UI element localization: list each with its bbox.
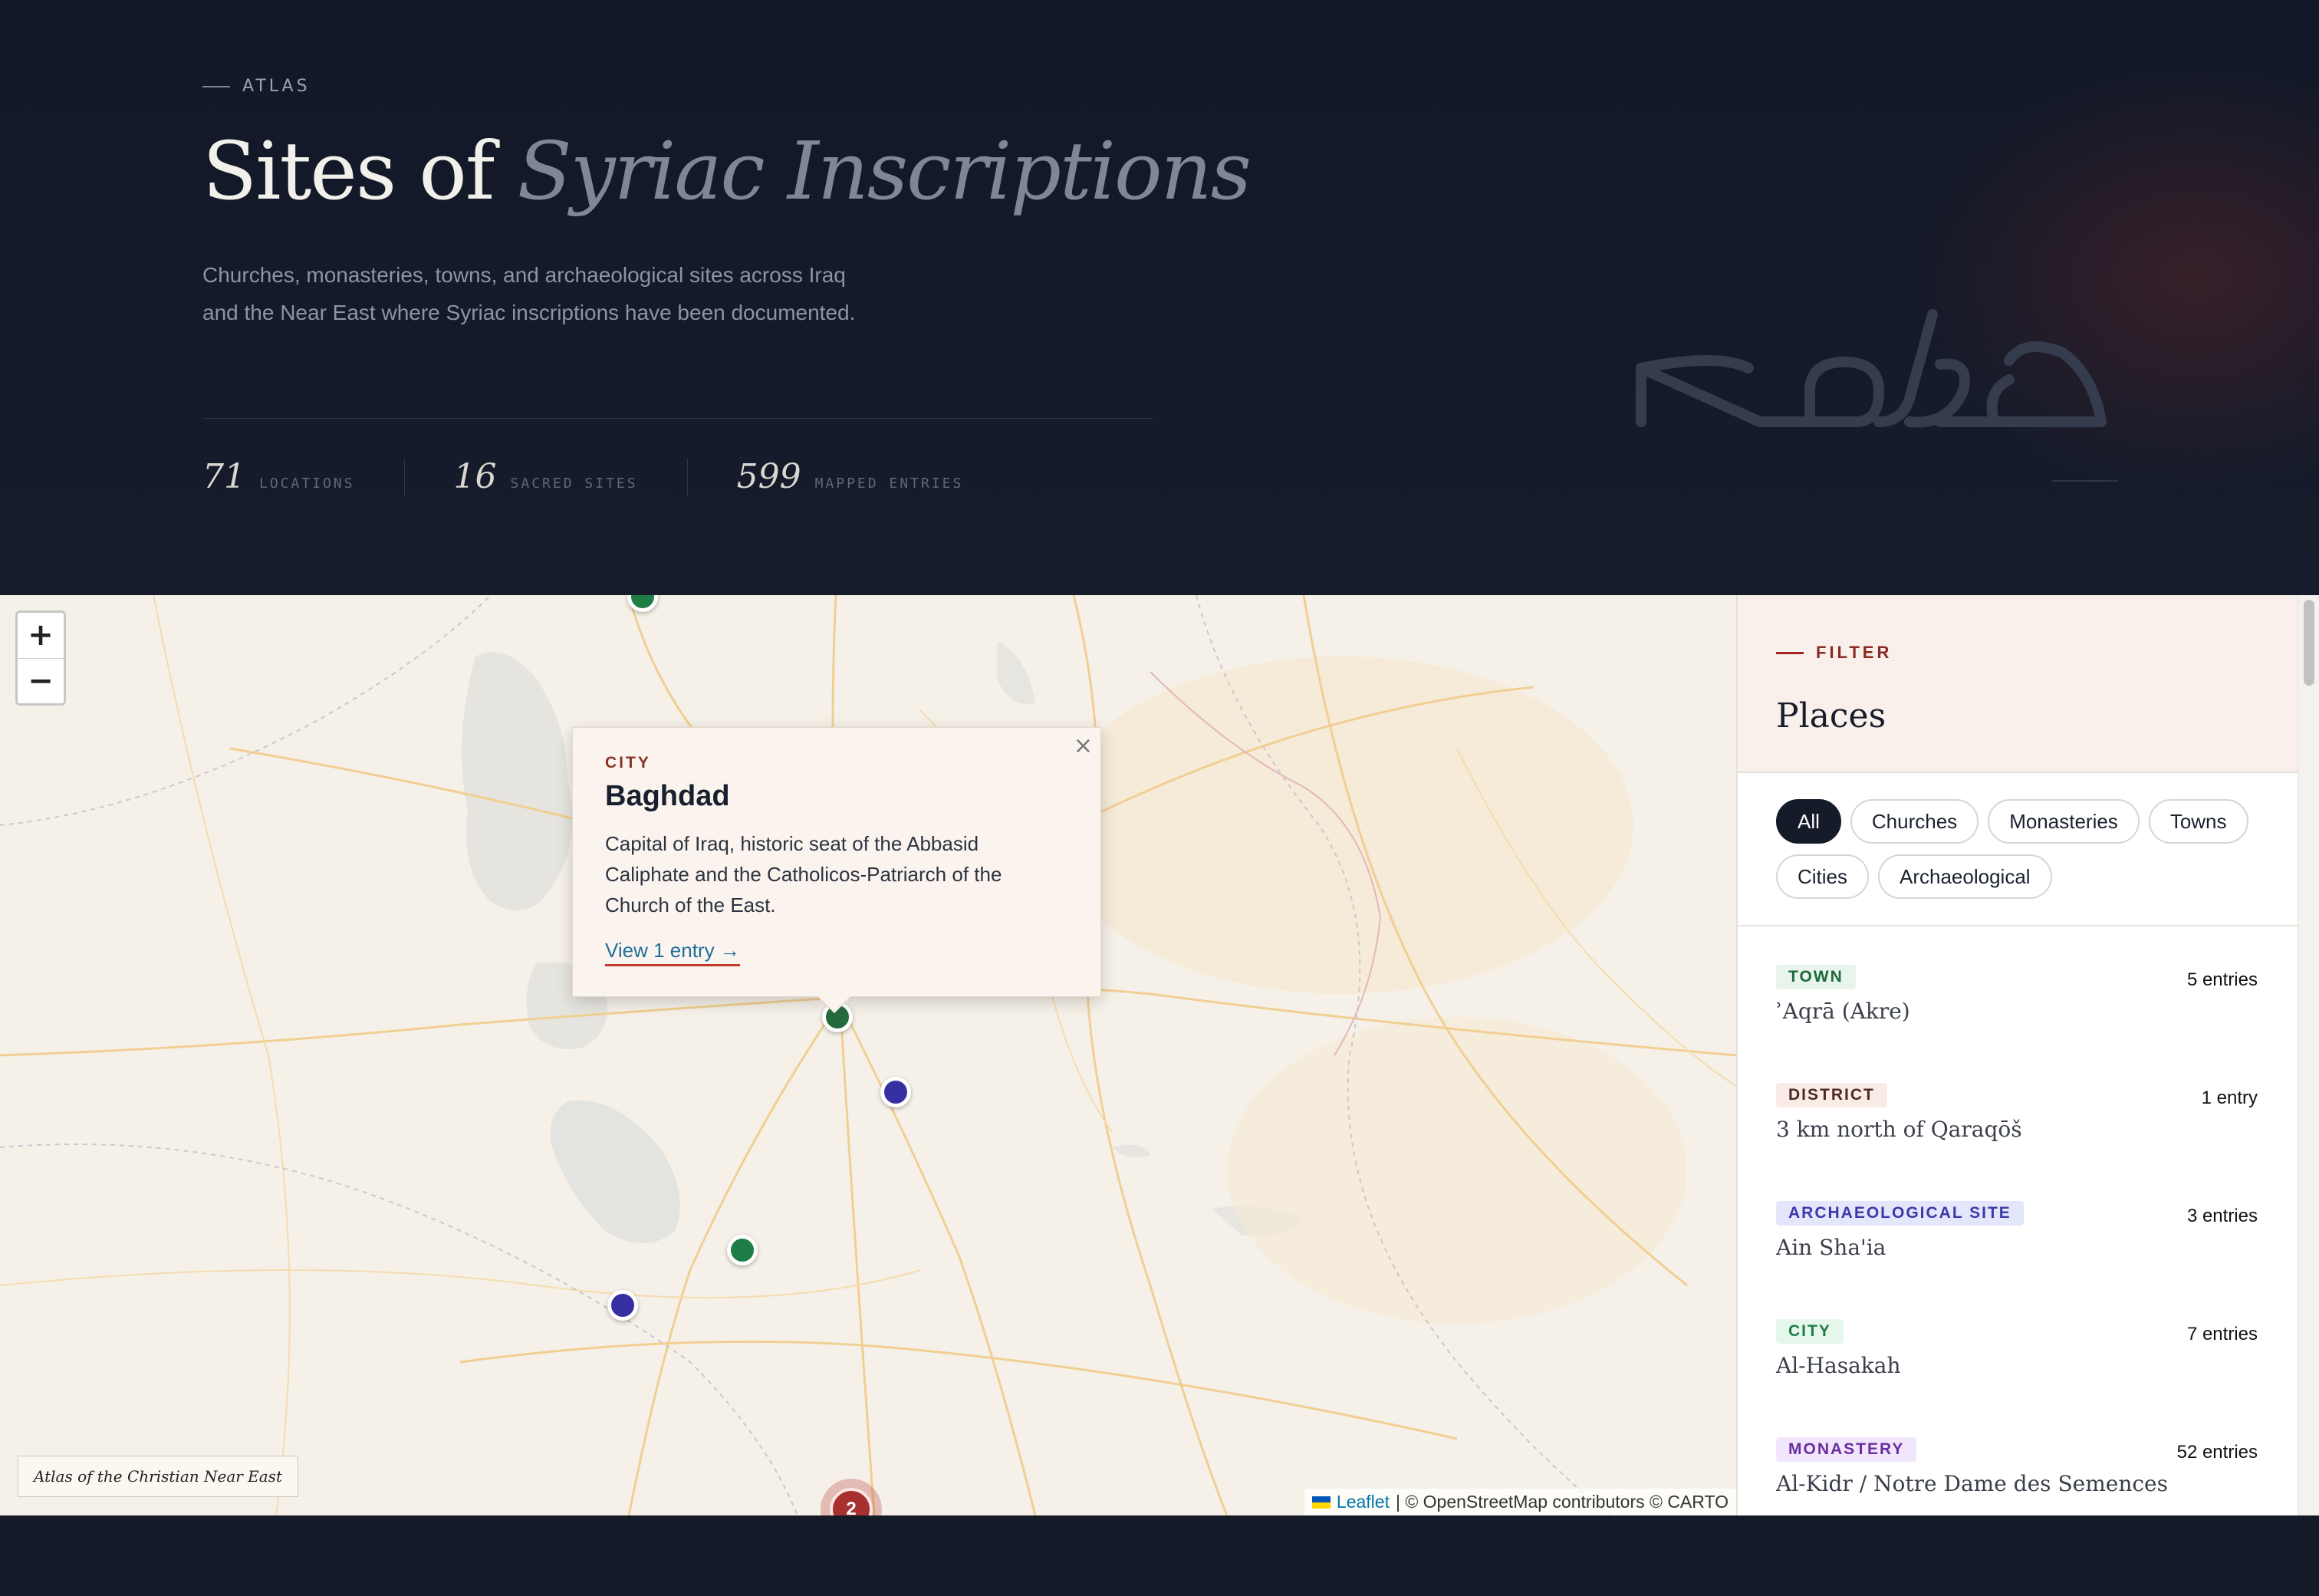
scrollbar-thumb[interactable] [2304,600,2314,686]
filter-chip-churches[interactable]: Churches [1850,799,1979,844]
stat-label: SACRED SITES [510,476,638,492]
list-item[interactable]: ARCHAEOLOGICAL SITE 3 entries Ain Sha'ia [1776,1163,2259,1281]
map-panel[interactable]: + − 2 × CITY Baghdad Capital of Iraq, hi… [0,595,1736,1515]
place-name: 3 km north of Qaraqōš [1776,1117,2022,1142]
stat-divider [403,458,405,495]
stat-mapped-entries: 599 MAPPED ENTRIES [737,457,964,496]
map-attribution: Leaflet | © OpenStreetMap contributors ©… [1304,1489,1736,1515]
hero-header: ATLAS Sites of Syriac Inscriptions Churc… [0,0,2319,595]
place-entry-count: 1 entry [2201,1088,2258,1108]
syriac-mark-rule [2052,480,2118,482]
filter-chip-all[interactable]: All [1776,799,1841,844]
hero-subtitle: Churches, monasteries, towns, and archae… [202,263,856,324]
sidebar-eyebrow-label: FILTER [1816,643,1893,662]
filter-chip-towns[interactable]: Towns [2148,799,2248,844]
eyebrow-dash [202,85,230,87]
attribution-text: | © OpenStreetMap contributors © CARTO [1395,1492,1729,1512]
list-item[interactable]: MONASTERY 52 entries Al-Kidr / Notre Dam… [1776,1399,2259,1515]
sidebar-header: FILTER Places [1738,595,2298,773]
eyebrow-label: ATLAS [242,77,311,96]
filter-chip-archaeological[interactable]: Archaeological [1878,854,2052,899]
hero-stats: 71 LOCATIONS 16 SACRED SITES 599 MAPPED … [202,457,963,496]
stat-sacred-sites: 16 SACRED SITES [454,457,638,496]
page-footer [0,1515,2319,1596]
place-entry-count: 7 entries [2186,1324,2258,1344]
sidebar-title: Places [1776,696,1886,735]
zoom-out-button[interactable]: − [18,659,64,703]
zoom-control: + − [15,610,66,706]
places-sidebar: FILTER Places All Churches Monasteries T… [1736,595,2298,1515]
ukraine-flag-icon [1311,1496,1331,1509]
places-list: TOWN 5 entries ʾAqrā (Akre) DISTRICT 1 e… [1738,926,2298,1515]
sidebar-eyebrow: FILTER [1776,643,2259,663]
popup-place-name: Baghdad [605,780,730,812]
stat-value: 71 [202,457,245,496]
place-name: ʾAqrā (Akre) [1776,999,1910,1024]
stat-value: 16 [453,457,497,496]
map-marker-city[interactable] [727,1235,758,1265]
title-plain: Sites of [202,124,495,218]
list-item[interactable]: CITY 7 entries Al-Hasakah [1776,1281,2259,1399]
place-name: Ain Sha'ia [1776,1235,1886,1260]
stat-label: LOCATIONS [259,476,355,492]
close-icon[interactable]: × [1074,732,1093,759]
cluster-count: 2 [830,1488,873,1515]
stat-locations: 71 LOCATIONS [202,457,355,496]
place-entry-count: 52 entries [2176,1442,2258,1463]
place-type-badge: DISTRICT [1776,1083,1887,1107]
popup-place-type: CITY [605,754,651,772]
hero-divider [202,418,1153,419]
leaflet-link[interactable]: Leaflet [1337,1492,1390,1512]
place-name: Al-Kidr / Notre Dame des Semences [1776,1471,2168,1496]
stat-label: MAPPED ENTRIES [814,476,964,492]
stat-divider [686,458,688,495]
atlas-caption: Atlas of the Christian Near East [18,1456,298,1497]
stat-value: 599 [736,457,801,496]
hero-eyebrow: ATLAS [202,77,311,96]
syriac-script-mark-icon [1636,309,2107,428]
sidebar-scrollbar[interactable] [2298,595,2319,1515]
eyebrow-dash [1776,651,1804,654]
map-marker-archaeological[interactable] [607,1290,638,1321]
title-emphasis: Syriac Inscriptions [517,124,1252,218]
filter-chip-cities[interactable]: Cities [1776,854,1870,899]
popup-description: Capital of Iraq, historic seat of the Ab… [605,832,1002,916]
list-item[interactable]: DISTRICT 1 entry 3 km north of Qaraqōš [1776,1045,2259,1163]
place-type-badge: MONASTERY [1776,1437,1917,1462]
place-type-badge: TOWN [1776,965,1856,989]
popup-view-entries-link[interactable]: View 1 entry → [605,939,740,966]
place-entry-count: 5 entries [2186,969,2258,990]
page-title: Sites of Syriac Inscriptions [202,124,1252,218]
place-name: Al-Hasakah [1776,1353,1901,1378]
filter-chip-monasteries[interactable]: Monasteries [1988,799,2140,844]
place-type-badge: CITY [1776,1319,1844,1344]
list-item[interactable]: TOWN 5 entries ʾAqrā (Akre) [1776,926,2259,1045]
zoom-in-button[interactable]: + [18,613,64,658]
place-type-badge: ARCHAEOLOGICAL SITE [1776,1201,2024,1226]
filter-chips: All Churches Monasteries Towns Cities Ar… [1738,773,2298,926]
map-popup: × CITY Baghdad Capital of Iraq, historic… [572,727,1101,1014]
map-marker-archaeological[interactable] [880,1077,911,1107]
place-entry-count: 3 entries [2186,1206,2258,1226]
